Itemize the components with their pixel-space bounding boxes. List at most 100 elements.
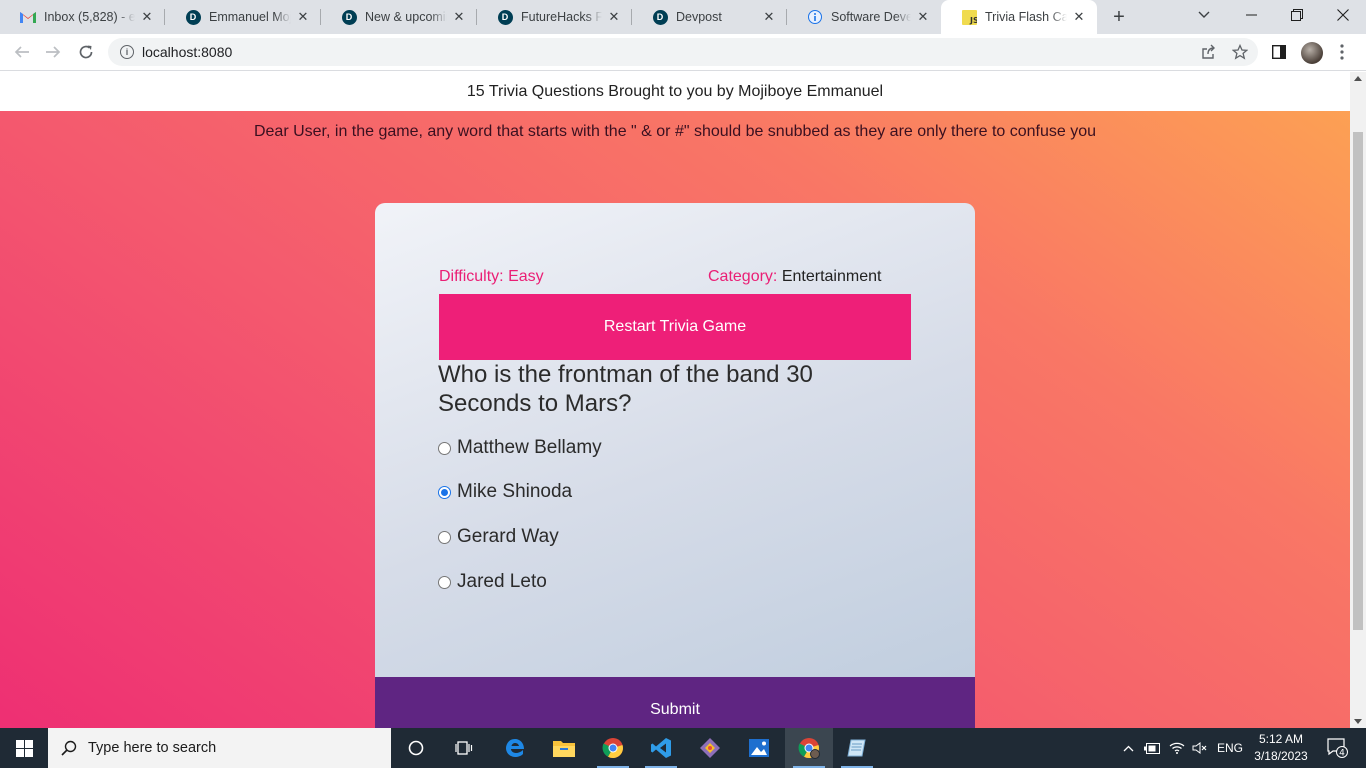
close-tab-icon[interactable]: ✕	[139, 9, 155, 25]
system-clock[interactable]: 5:12 AM 3/18/2023	[1252, 731, 1310, 765]
search-icon	[60, 739, 78, 757]
site-info-icon[interactable]: i	[120, 45, 134, 59]
submit-button[interactable]: Submit	[375, 677, 975, 728]
close-tab-icon[interactable]: ✕	[606, 9, 622, 25]
vscode-icon[interactable]	[637, 728, 685, 768]
reload-icon[interactable]	[73, 39, 99, 65]
answer-label: Gerard Way	[457, 526, 559, 547]
answer-label: Jared Leto	[457, 571, 547, 592]
more-menu-icon[interactable]	[1330, 40, 1354, 64]
answer-radio[interactable]	[438, 485, 451, 499]
trivia-page: 15 Trivia Questions Brought to you by Mo…	[0, 72, 1350, 728]
side-panel-icon[interactable]	[1267, 40, 1291, 64]
notification-count: 4	[1339, 749, 1345, 759]
browser-toolbar: i localhost:8080	[0, 34, 1366, 71]
tab-software-developer[interactable]: Software Developer ✕	[787, 0, 941, 34]
difficulty-value: Easy	[508, 268, 544, 285]
file-explorer-icon[interactable]	[540, 728, 588, 768]
share-icon[interactable]	[1196, 40, 1220, 64]
scrollbar-thumb[interactable]	[1353, 132, 1363, 630]
wifi-icon[interactable]	[1166, 728, 1188, 768]
close-tab-icon[interactable]: ✕	[295, 9, 311, 25]
browser-tab-strip: Inbox (5,828) - em ✕ D Emmanuel Mojiboye…	[0, 0, 1366, 34]
url-text: localhost:8080	[142, 44, 233, 60]
git-gui-icon[interactable]	[686, 728, 734, 768]
edge-icon[interactable]	[491, 728, 539, 768]
show-hidden-icons-chevron-icon[interactable]	[1118, 728, 1138, 768]
tab-title: Devpost	[676, 10, 722, 24]
info-icon	[807, 9, 823, 25]
tab-title: Software Developer	[831, 10, 911, 24]
page-viewport: 15 Trivia Questions Brought to you by Mo…	[0, 72, 1366, 728]
difficulty-info: Difficulty: Easy	[439, 268, 544, 286]
photos-icon[interactable]	[735, 728, 783, 768]
chrome-profile-icon[interactable]	[785, 728, 833, 768]
address-bar[interactable]: i localhost:8080	[108, 38, 1258, 66]
task-view-icon[interactable]	[440, 728, 488, 768]
tab-inbox[interactable]: Inbox (5,828) - em ✕	[0, 0, 165, 34]
js-icon: JS	[961, 9, 977, 25]
tab-trivia-flash-cards[interactable]: JS Trivia Flash Cards ✕	[941, 0, 1097, 34]
close-tab-icon[interactable]: ✕	[915, 9, 931, 25]
minimize-button[interactable]	[1228, 0, 1274, 30]
close-tab-icon[interactable]: ✕	[1071, 9, 1087, 25]
question-text: Who is the frontman of the band 30 Secon…	[438, 361, 813, 417]
scroll-up-arrow-icon[interactable]	[1354, 76, 1362, 81]
scroll-down-arrow-icon[interactable]	[1354, 719, 1362, 724]
answer-option[interactable]: Gerard Way	[438, 526, 559, 548]
tab-devpost[interactable]: D Devpost ✕	[632, 0, 787, 34]
answer-radio[interactable]	[438, 530, 451, 544]
tab-search-chevron-icon[interactable]	[1181, 0, 1227, 30]
windows-logo-icon	[15, 739, 33, 757]
page-scrollbar[interactable]	[1350, 72, 1366, 728]
svg-text:JS: JS	[969, 16, 977, 25]
difficulty-label: Difficulty:	[439, 268, 504, 285]
tab-emmanuel[interactable]: D Emmanuel Mojiboye ✕	[165, 0, 321, 34]
tab-new-upcoming[interactable]: D New & upcoming ✕	[321, 0, 477, 34]
user-notice: Dear User, in the game, any word that st…	[253, 123, 1097, 140]
tab-title: Trivia Flash Cards	[985, 10, 1067, 24]
chrome-icon[interactable]	[589, 728, 637, 768]
tab-title: New & upcoming	[365, 10, 447, 24]
tab-title: FutureHacks Five	[521, 10, 602, 24]
devpost-icon: D	[185, 9, 201, 25]
page-title: 15 Trivia Questions Brought to you by Mo…	[466, 82, 884, 100]
answer-radio[interactable]	[438, 575, 451, 589]
windows-taskbar: Type here to search ENG 5:12 AM 3/18/202…	[0, 728, 1366, 768]
tab-title: Inbox (5,828) - em	[44, 10, 135, 24]
answer-option[interactable]: Mike Shinoda	[438, 481, 572, 503]
cortana-icon[interactable]	[392, 728, 440, 768]
back-arrow-icon[interactable]	[9, 39, 35, 65]
close-window-button[interactable]	[1320, 0, 1366, 30]
category-info: Category: Entertainment	[708, 268, 881, 286]
tab-futurehacks[interactable]: D FutureHacks Five ✕	[477, 0, 632, 34]
clock-date: 3/18/2023	[1254, 749, 1308, 763]
profile-avatar[interactable]	[1301, 42, 1323, 64]
notification-center-icon[interactable]: 4	[1318, 728, 1358, 768]
start-button[interactable]	[0, 728, 48, 768]
search-placeholder: Type here to search	[88, 740, 217, 756]
tab-title: Emmanuel Mojiboye	[209, 10, 291, 24]
restore-button[interactable]	[1274, 0, 1320, 30]
forward-arrow-icon[interactable]	[40, 39, 66, 65]
answer-label: Matthew Bellamy	[457, 437, 602, 458]
clock-time: 5:12 AM	[1258, 732, 1304, 746]
answer-radio[interactable]	[438, 441, 451, 455]
close-tab-icon[interactable]: ✕	[451, 9, 467, 25]
devpost-icon: D	[652, 9, 668, 25]
language-indicator[interactable]: ENG	[1214, 728, 1246, 768]
trivia-card: Difficulty: Easy Category: Entertainment…	[375, 203, 975, 728]
answer-label: Mike Shinoda	[457, 481, 573, 502]
restart-game-button[interactable]: Restart Trivia Game	[439, 294, 911, 360]
bookmark-star-icon[interactable]	[1228, 40, 1252, 64]
battery-icon[interactable]	[1141, 728, 1163, 768]
answer-option[interactable]: Matthew Bellamy	[438, 437, 602, 459]
close-tab-icon[interactable]: ✕	[761, 9, 777, 25]
category-label: Category:	[708, 268, 778, 285]
taskbar-search-box[interactable]: Type here to search	[48, 728, 391, 768]
new-tab-button[interactable]: +	[1108, 6, 1130, 28]
notepad-icon[interactable]	[833, 728, 881, 768]
answer-option[interactable]: Jared Leto	[438, 571, 547, 593]
volume-muted-icon[interactable]	[1189, 728, 1211, 768]
page-header: 15 Trivia Questions Brought to you by Mo…	[0, 72, 1350, 111]
